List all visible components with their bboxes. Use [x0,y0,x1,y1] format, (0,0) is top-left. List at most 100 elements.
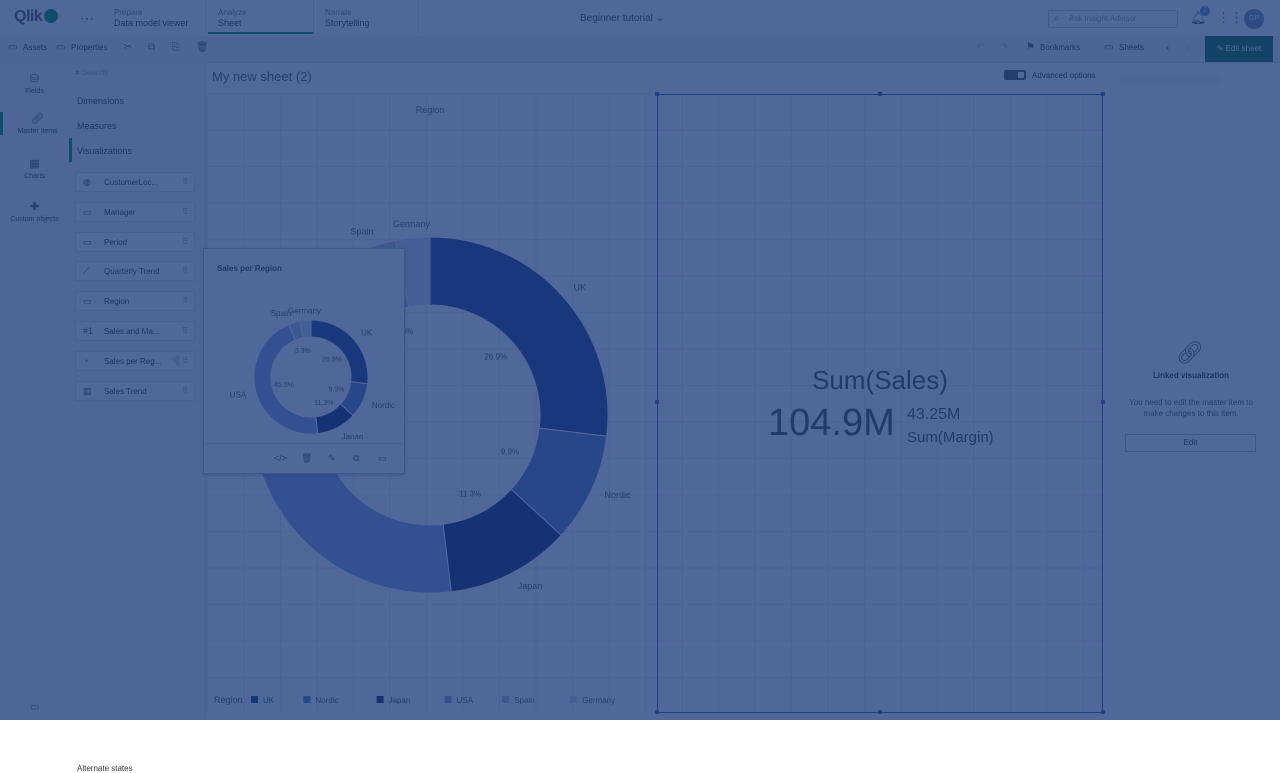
slice-category-label: Japan [518,581,543,591]
assets-button[interactable]: Assets [23,43,47,52]
section-visualizations[interactable]: Visualizations [69,138,205,162]
edit-sheet-button[interactable]: ✎ Edit sheet [1205,36,1273,62]
viz-item[interactable]: ▥ Sales Trend ⠿ [75,380,195,401]
combo-chart-icon: ▥ [83,385,92,396]
delete-icon[interactable]: 🗑︎ [301,453,312,464]
donut-slice[interactable] [253,323,319,435]
legend-swatch[interactable] [303,696,311,703]
tab-prepare[interactable]: Prepare Data model viewer [104,0,206,34]
drag-handle-icon[interactable]: ⠿ [182,266,188,275]
tab-narrate[interactable]: Narrate Storytelling [315,0,419,34]
copy-icon[interactable]: ⧉ [148,42,155,53]
drag-handle-icon[interactable]: ⠿ [182,237,188,246]
legend-item-label[interactable]: UK [263,696,275,705]
drag-handle-icon[interactable]: ⠿ [182,386,188,395]
assets-icon: ▭ [8,42,18,53]
resize-handle[interactable] [878,92,882,96]
apps-grid-icon[interactable]: ⋮⋮ [1217,10,1243,26]
resize-handle[interactable] [655,400,659,404]
legend-item-label[interactable]: Japan [389,696,411,705]
legend-swatch[interactable] [376,696,384,703]
viz-item[interactable]: ▭ Region ⠿ [75,291,195,312]
insight-search-input[interactable]: ⌕ Ask Insight Advisor [1048,10,1178,28]
drag-handle-icon[interactable]: ⠿ [182,177,188,186]
paste-icon[interactable]: ⎘ [172,42,180,53]
viz-item[interactable]: ▭ Manager ⠿ [75,201,195,222]
undo-icon[interactable]: ↶ [976,42,984,53]
add-to-sheet-icon[interactable]: ▭ [378,453,387,464]
edit-icon[interactable]: ✎ [328,453,336,464]
advanced-options-toggle[interactable] [1004,70,1026,80]
collapse-panel-icon[interactable]: ▭ [30,702,39,713]
edit-master-item-button[interactable]: Edit [1125,434,1256,452]
resize-handle[interactable] [1101,710,1105,714]
more-icon[interactable]: ⋯ [80,10,94,27]
delete-icon[interactable]: 🗑︎ [196,42,209,53]
section-dimensions[interactable]: Dimensions [69,88,205,112]
rail-label-fields: Fields [25,88,44,95]
viz-item-label: Period [104,237,128,247]
slice-category-label: UK [361,329,373,338]
alternate-states[interactable]: Alternate states [77,764,133,773]
app-title-text: Beginner tutorial [580,13,653,24]
properties-icon: ▭ [56,42,66,53]
resize-handle[interactable] [878,710,882,714]
slice-percent-label: 45.5% [274,382,294,389]
legend-swatch[interactable] [502,696,510,703]
viz-item-label: Sales per Reg... [104,356,162,366]
cut-icon[interactable]: ✂ [124,42,132,53]
puzzle-icon: ✚ [29,201,40,213]
legend-swatch[interactable] [444,696,452,703]
viz-item[interactable]: ◍ CustomerLoc... ⠿ [75,172,195,192]
viz-item-label: Region [104,297,130,307]
sheet-title[interactable]: My new sheet (2) [212,69,312,84]
chart-icon: ▦ [29,158,40,170]
next-sheet-icon[interactable]: › [1186,42,1189,53]
legend-swatch[interactable] [251,696,258,703]
tab-analyze[interactable]: Analyze Sheet [208,0,314,34]
slice-percent-label: 9.9% [328,387,344,394]
drag-handle-icon[interactable]: ⠿ [182,207,188,216]
legend-item-label[interactable]: Spain [514,696,534,705]
link-icon: 🔗︎ [1176,340,1204,365]
assets-search-input[interactable]: ⌕ Search [75,68,199,82]
bookmarks-button[interactable]: Bookmarks [1040,43,1080,52]
avatar[interactable]: GP [1244,9,1264,29]
legend-item-label[interactable]: USA [457,696,474,705]
chart-title: Region [416,105,445,115]
drag-handle-icon[interactable]: ⠿ [182,326,188,335]
legend-swatch[interactable] [570,696,578,703]
rail-item-custom-objects[interactable]: ✚ Custom objects [0,200,69,223]
tab-analyze-label: Sheet [218,18,242,28]
code-icon[interactable]: </> [274,453,287,463]
properties-button[interactable]: Properties [71,43,107,52]
kpi-title: Sum(Sales) [812,365,948,395]
link-icon: 🔗︎ [30,113,45,125]
sheets-button[interactable]: Sheets [1119,43,1144,52]
viz-item[interactable]: #1 Sales and Ma... ⠿ [75,321,195,341]
insight-placeholder: Ask Insight Advisor [1069,14,1137,23]
rail-item-charts[interactable]: ▦ Charts [0,157,69,180]
donut-slice[interactable] [429,236,609,437]
prev-sheet-icon[interactable]: ‹ [1166,42,1169,53]
duplicate-icon[interactable]: ⧉ [353,453,359,464]
viz-item-label: Sales Trend [104,386,147,396]
donut-slice[interactable] [310,319,369,385]
viz-item[interactable]: ⟋ Quarterly Trend ⠿ [75,261,195,282]
viz-item[interactable]: ▭ Period ⠿ [75,231,195,252]
resize-handle[interactable] [1101,92,1105,96]
rail-item-fields[interactable]: ⛁ Fields [0,72,69,95]
resize-handle[interactable] [1101,400,1105,404]
drag-handle-icon[interactable]: ⠿ [182,296,188,305]
legend-item-label[interactable]: Germany [582,696,615,705]
resize-handle[interactable] [655,92,659,96]
rail-item-master-items[interactable]: 🔗︎ Master items [0,112,72,135]
database-icon: ⛁ [29,73,40,85]
resize-handle[interactable] [655,710,659,714]
qlik-logo[interactable]: Qlik [14,8,59,26]
redo-icon[interactable]: ↷ [1000,42,1008,53]
section-measures[interactable]: Measures [69,113,205,137]
app-title[interactable]: Beginner tutorial ⌄ [580,13,664,24]
legend-item-label[interactable]: Nordic [315,696,338,705]
viz-item-label: Quarterly Trend [104,267,160,277]
